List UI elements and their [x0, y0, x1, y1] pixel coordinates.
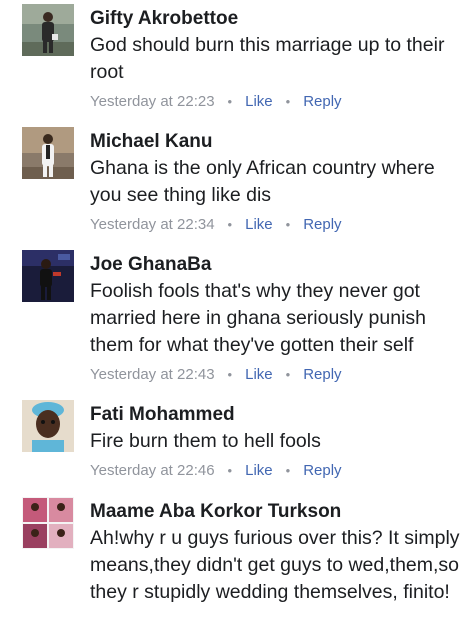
separator-dot: • — [227, 463, 233, 478]
reply-link[interactable]: Reply — [303, 216, 341, 233]
comment-timestamp[interactable]: Yesterday at 22:23 — [90, 93, 215, 110]
separator-dot: • — [227, 94, 233, 109]
comment-meta: Yesterday at 22:34 • Like • Reply — [90, 216, 342, 233]
comment-timestamp[interactable]: Yesterday at 22:46 — [90, 462, 215, 479]
comment-author[interactable]: Gifty Akrobettoe — [90, 8, 238, 30]
comment-text: Fire burn them to hell fools — [90, 430, 321, 452]
reply-link[interactable]: Reply — [303, 366, 341, 383]
comment-text: Foolish fools that's why they never got … — [90, 280, 427, 356]
like-link[interactable]: Like — [245, 216, 273, 233]
comment-text: Ah!why r u guys furious over this? It si… — [90, 527, 460, 603]
separator-dot: • — [227, 367, 233, 382]
separator-dot: • — [285, 217, 291, 232]
reply-link[interactable]: Reply — [303, 462, 341, 479]
avatar[interactable] — [22, 4, 74, 56]
comment-author[interactable]: Fati Mohammed — [90, 404, 235, 426]
comment-meta: Yesterday at 22:43 • Like • Reply — [90, 366, 342, 383]
avatar[interactable] — [22, 497, 74, 549]
separator-dot: • — [227, 217, 233, 232]
comment-text: God should burn this marriage up to thei… — [90, 34, 445, 83]
like-link[interactable]: Like — [245, 462, 273, 479]
avatar[interactable] — [22, 127, 74, 179]
comment-timestamp[interactable]: Yesterday at 22:34 — [90, 216, 215, 233]
reply-link[interactable]: Reply — [303, 93, 341, 110]
comment-author[interactable]: Joe GhanaBa — [90, 254, 211, 276]
comment-timestamp[interactable]: Yesterday at 22:43 — [90, 366, 215, 383]
separator-dot: • — [285, 94, 291, 109]
comment-meta: Yesterday at 22:23 • Like • Reply — [90, 93, 342, 110]
comment-meta: Yesterday at 22:46 • Like • Reply — [90, 462, 342, 479]
like-link[interactable]: Like — [245, 93, 273, 110]
separator-dot: • — [285, 367, 291, 382]
like-link[interactable]: Like — [245, 366, 273, 383]
avatar[interactable] — [22, 250, 74, 302]
comment-text: Ghana is the only African country where … — [90, 157, 435, 206]
comment-author[interactable]: Maame Aba Korkor Turkson — [90, 501, 341, 523]
comment-author[interactable]: Michael Kanu — [90, 131, 212, 153]
separator-dot: • — [285, 463, 291, 478]
avatar[interactable] — [22, 400, 74, 452]
